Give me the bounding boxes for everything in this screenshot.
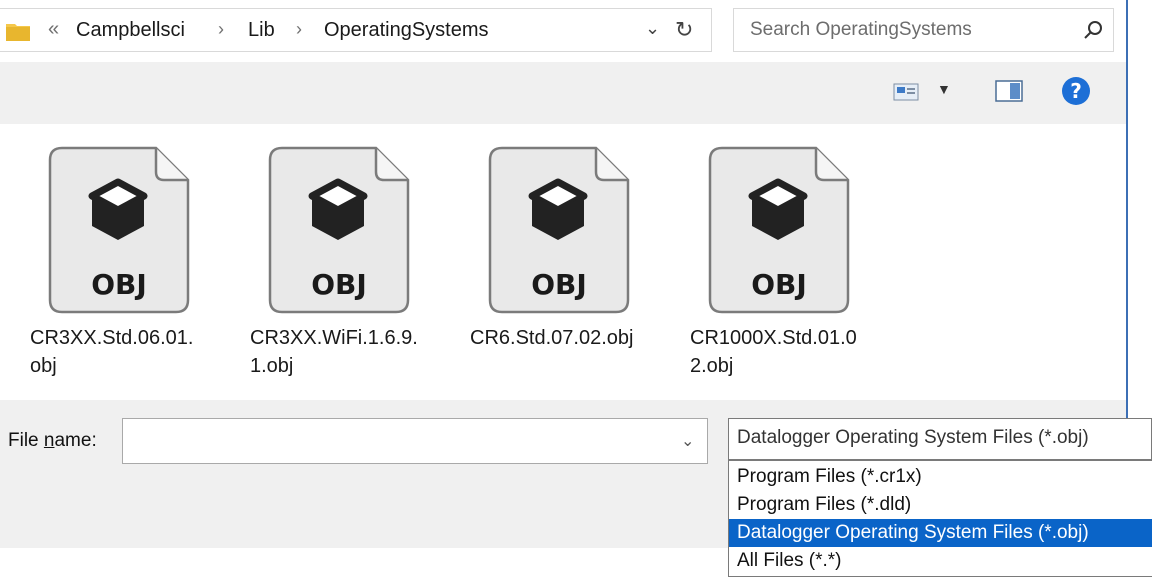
file-type-selected-value: Datalogger Operating System Files (*.obj…	[737, 427, 1089, 448]
search-placeholder: Search OperatingSystems	[750, 19, 972, 40]
file-type-option[interactable]: Program Files (*.cr1x)	[729, 463, 1152, 491]
overflow-chevron-icon[interactable]: «	[48, 18, 59, 41]
file-type-option[interactable]: Program Files (*.dld)	[729, 491, 1152, 519]
file-item[interactable]: OBJ CR3XX.Std.06.01. obj	[30, 146, 240, 396]
file-type-option[interactable]: All Files (*.*)	[729, 547, 1152, 575]
file-name-dropdown-icon[interactable]: ⌄	[681, 431, 694, 451]
svg-text:OBJ: OBJ	[531, 268, 587, 301]
refresh-icon[interactable]: ↻	[675, 17, 693, 43]
svg-text:OBJ: OBJ	[91, 268, 147, 301]
breadcrumb-lib[interactable]: Lib	[248, 19, 275, 42]
navigation-row: « Campbellsci › Lib › OperatingSystems ⌄…	[0, 0, 1126, 62]
preview-pane-icon[interactable]	[995, 80, 1023, 102]
file-item[interactable]: OBJ CR6.Std.07.02.obj	[470, 146, 680, 396]
obj-file-icon: OBJ	[268, 146, 410, 314]
file-name-label: CR6.Std.07.02.obj	[470, 327, 634, 349]
obj-file-icon: OBJ	[488, 146, 630, 314]
svg-text:OBJ: OBJ	[311, 268, 367, 301]
file-item[interactable]: OBJ CR1000X.Std.01.0 2.obj	[690, 146, 900, 396]
file-name-label: CR3XX.WiFi.1.6.9. 1.obj	[250, 327, 418, 377]
view-options-dropdown-icon[interactable]: ▼	[937, 81, 951, 97]
address-dropdown-icon[interactable]: ⌄	[645, 18, 660, 39]
breadcrumb-separator-icon[interactable]: ›	[218, 19, 224, 40]
file-name-label: CR3XX.Std.06.01. obj	[30, 327, 194, 377]
obj-file-icon: OBJ	[708, 146, 850, 314]
file-name-label: CR1000X.Std.01.0 2.obj	[690, 327, 857, 377]
search-input[interactable]: Search OperatingSystems	[733, 8, 1114, 52]
breadcrumb-operatingsystems[interactable]: OperatingSystems	[324, 19, 489, 42]
file-name-label: File name:	[8, 430, 97, 451]
breadcrumb-separator-icon[interactable]: ›	[296, 19, 302, 40]
breadcrumb-campbellsci[interactable]: Campbellsci	[76, 19, 185, 42]
change-view-icon[interactable]	[893, 82, 919, 102]
address-bar[interactable]: « Campbellsci › Lib › OperatingSystems ⌄…	[0, 8, 712, 52]
toolbar: ▼ ?	[0, 62, 1126, 124]
file-item[interactable]: OBJ CR3XX.WiFi.1.6.9. 1.obj	[250, 146, 460, 396]
svg-text:OBJ: OBJ	[751, 268, 807, 301]
help-icon[interactable]: ?	[1062, 77, 1090, 105]
file-list: OBJ CR3XX.Std.06.01. obj OBJ CR3XX.WiFi.1…	[0, 124, 1126, 400]
file-type-dropdown-list: Program Files (*.cr1x) Program Files (*.…	[728, 460, 1152, 577]
file-type-option-selected[interactable]: Datalogger Operating System Files (*.obj…	[729, 519, 1152, 547]
file-name-input[interactable]: ⌄	[122, 418, 708, 464]
search-icon[interactable]	[1082, 19, 1104, 41]
file-type-select[interactable]: Datalogger Operating System Files (*.obj…	[728, 418, 1152, 460]
folder-icon	[6, 24, 30, 41]
obj-file-icon: OBJ	[48, 146, 190, 314]
